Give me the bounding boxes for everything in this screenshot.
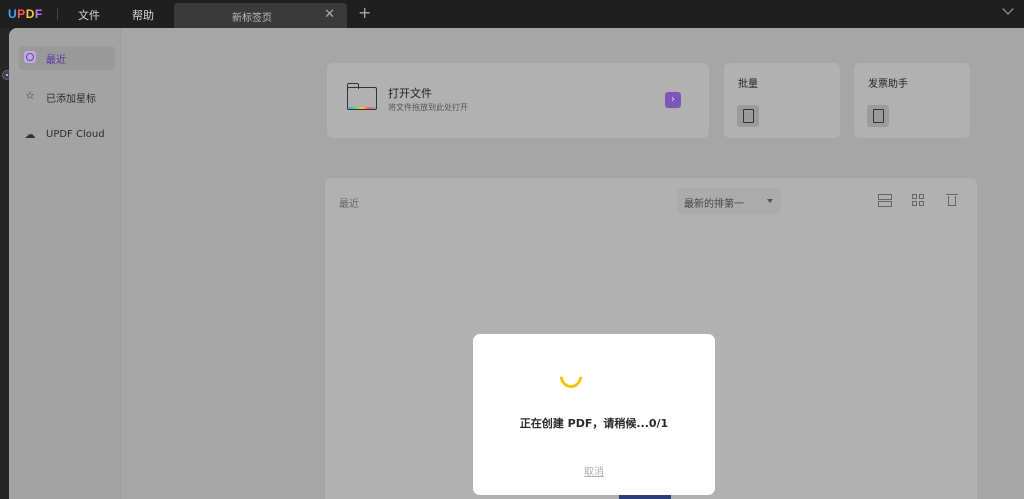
menu-file[interactable]: 文件 xyxy=(78,7,100,23)
sort-label: 最新的排第一 xyxy=(684,199,744,210)
tab-new[interactable]: 新标签页 ✕ xyxy=(174,3,347,28)
sidebar-item-label: UPDF Cloud xyxy=(46,129,105,140)
sidebar-item-label: 已添加星标 xyxy=(46,94,96,105)
title-divider xyxy=(57,8,58,20)
cloud-icon: ☁ xyxy=(24,128,36,141)
progress-message: 正在创建 PDF，请稍候...0/1 xyxy=(519,417,669,430)
chevron-down-icon[interactable] xyxy=(1002,3,1014,15)
menu-help[interactable]: 帮助 xyxy=(132,7,154,23)
grid-view-icon[interactable] xyxy=(911,193,925,207)
spinner-icon xyxy=(555,361,587,393)
open-arrow-button[interactable]: › xyxy=(665,92,681,108)
sidebar-item-recent[interactable]: 最近 xyxy=(19,46,115,70)
folder-icon xyxy=(347,83,377,111)
add-tab-button[interactable]: + xyxy=(358,3,371,22)
sidebar-item-starred[interactable]: ☆ 已添加星标 xyxy=(19,85,115,109)
sort-dropdown[interactable]: 最新的排第一 xyxy=(677,188,781,214)
cancel-button[interactable]: 取消 xyxy=(473,463,715,478)
sidebar: 最近 ☆ 已添加星标 ☁ UPDF Cloud xyxy=(9,28,121,499)
recent-title: 最近 xyxy=(339,199,359,210)
sidebar-item-label: 最近 xyxy=(46,55,66,66)
trash-icon[interactable] xyxy=(945,193,959,207)
open-file-card[interactable]: 打开文件 将文件拖放到此处打开 › xyxy=(327,63,709,138)
list-view-icon[interactable] xyxy=(877,193,892,207)
batch-title: 批量 xyxy=(738,79,758,90)
title-bar: UPDF 文件 帮助 新标签页 ✕ + xyxy=(0,0,1024,28)
batch-icon xyxy=(737,105,759,127)
batch-card[interactable]: 批量 xyxy=(724,63,840,138)
tab-label: 新标签页 xyxy=(232,13,272,24)
invoice-title: 发票助手 xyxy=(868,79,908,90)
invoice-card[interactable]: 发票助手 xyxy=(854,63,970,138)
caret-down-icon xyxy=(767,199,773,203)
invoice-icon xyxy=(867,105,889,127)
open-file-subtitle: 将文件拖放到此处打开 xyxy=(388,103,468,112)
updf-logo: UPDF xyxy=(8,7,43,21)
sidebar-item-cloud[interactable]: ☁ UPDF Cloud xyxy=(19,124,115,148)
star-icon: ☆ xyxy=(25,89,35,102)
progress-dialog: 正在创建 PDF，请稍候...0/1 取消 xyxy=(473,334,715,495)
open-file-title: 打开文件 xyxy=(388,87,432,100)
left-strip xyxy=(0,28,12,499)
tab-close-icon[interactable]: ✕ xyxy=(324,7,335,22)
clock-icon xyxy=(24,51,36,63)
